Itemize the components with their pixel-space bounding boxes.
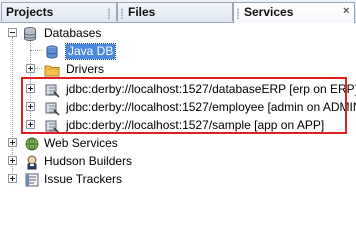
tab-grip-icon bbox=[108, 8, 110, 19]
web-services-icon bbox=[25, 137, 39, 151]
expand-icon[interactable] bbox=[8, 138, 17, 147]
hudson-icon bbox=[27, 155, 37, 170]
panel-tab-bar: Projects Files Services × bbox=[0, 0, 356, 23]
database-icon bbox=[24, 27, 36, 41]
tab-grip-icon bbox=[121, 8, 123, 19]
tab-projects-label: Projects bbox=[6, 5, 54, 19]
folder-icon bbox=[44, 65, 60, 77]
tree-node-label: Web Services bbox=[44, 136, 118, 150]
expand-icon[interactable] bbox=[8, 156, 17, 165]
tree-node-label: Drivers bbox=[66, 62, 104, 76]
expand-icon[interactable] bbox=[26, 64, 35, 73]
issue-tracker-icon bbox=[25, 173, 39, 187]
tree-node-java-db[interactable]: Java DB bbox=[0, 43, 356, 61]
tree-node-databases[interactable]: Databases bbox=[0, 25, 356, 43]
tree-node-label: Databases bbox=[44, 26, 102, 40]
collapse-icon[interactable] bbox=[8, 28, 17, 37]
tab-projects[interactable]: Projects bbox=[1, 2, 117, 21]
tree-node-web-services[interactable]: Web Services bbox=[0, 135, 356, 153]
tree-node-label: Java DB bbox=[64, 43, 117, 60]
close-icon[interactable]: × bbox=[343, 6, 351, 17]
java-db-icon bbox=[46, 45, 58, 59]
highlight-box bbox=[21, 77, 347, 134]
tree-node-hudson-builders[interactable]: Hudson Builders bbox=[0, 153, 356, 171]
expand-icon[interactable] bbox=[8, 174, 17, 183]
tree-node-label: Issue Trackers bbox=[44, 172, 123, 186]
services-tree: Databases Java DB Drivers jdbc:derby://l… bbox=[0, 22, 356, 200]
tab-services-label: Services bbox=[244, 5, 294, 19]
tree-node-issue-trackers[interactable]: Issue Trackers bbox=[0, 171, 356, 189]
tab-services[interactable]: Services × bbox=[233, 2, 355, 23]
tab-files[interactable]: Files bbox=[117, 2, 233, 21]
tree-node-label: Hudson Builders bbox=[44, 154, 133, 168]
tab-files-label: Files bbox=[128, 5, 156, 19]
tab-grip-icon bbox=[237, 8, 239, 19]
